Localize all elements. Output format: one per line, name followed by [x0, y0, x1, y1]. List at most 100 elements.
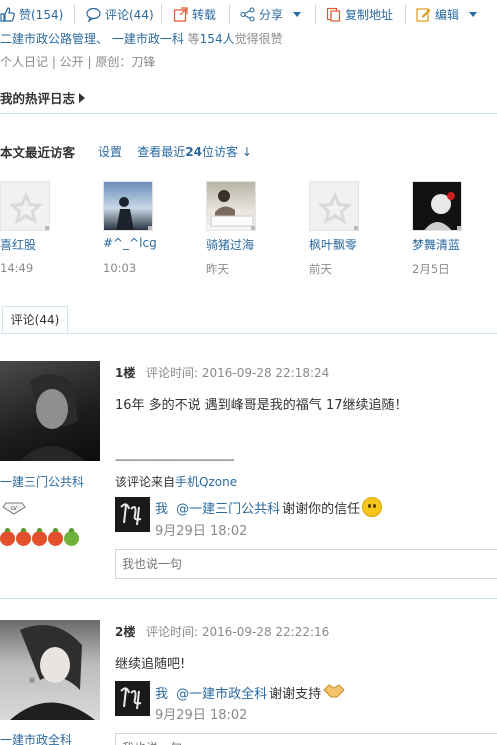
divider	[0, 113, 497, 114]
visitor-avatar[interactable]	[0, 181, 50, 231]
like-label: 赞(154)	[19, 7, 64, 22]
hot-diaries-link[interactable]: 我的热评日志	[0, 88, 86, 107]
thumbs-up-icon	[0, 6, 15, 22]
reply-mention-link[interactable]: @一建三门公共科	[176, 498, 280, 517]
share-icon	[240, 6, 255, 22]
comment-avatar[interactable]	[0, 620, 100, 720]
edit-label: 编辑	[435, 7, 460, 22]
copy-address-button[interactable]: 复制地址	[326, 5, 393, 23]
leaf-icon	[64, 528, 79, 546]
badge-row	[0, 528, 80, 549]
hot-diaries-title: 我的热评日志	[0, 91, 76, 106]
reply-content: 我 @一建三门公共科 谢谢你的信任	[155, 497, 383, 517]
visitor-item[interactable]: #^_^lcg 10:03	[103, 181, 163, 275]
chevron-down-icon	[469, 11, 478, 17]
divider	[0, 333, 497, 334]
reply-time: 9月29日 18:02	[155, 524, 248, 539]
vip-badge-icon: LV	[2, 501, 26, 518]
comment-avatar[interactable]	[0, 361, 100, 461]
peach-icon	[16, 528, 31, 546]
comment-text: 16年 多的不说 遇到峰哥是我的福气 17继续追随！	[115, 398, 408, 413]
comment-source-link[interactable]: 手机Qzone	[175, 475, 237, 489]
comment-label: 评论(44)	[105, 7, 154, 22]
visitor-time: 昨天	[206, 262, 229, 276]
action-bar: 赞(154) 评论(44) 转载 分享 复制地址 编辑	[0, 0, 497, 28]
reply-avatar[interactable]	[115, 681, 150, 716]
comment-source: 该评论来自手机Qzone	[115, 473, 237, 490]
visitor-name[interactable]: #^_^lcg	[103, 236, 157, 250]
chevron-right-icon	[79, 92, 86, 103]
comment-source-pre: 该评论来自	[115, 475, 176, 489]
view-visitors-post: 位访客 ↓	[202, 145, 252, 159]
divider	[74, 4, 75, 24]
divider	[161, 4, 162, 24]
star-placeholder-icon	[318, 192, 358, 230]
tab-comments[interactable]: 评论(44)	[2, 306, 68, 334]
likes-summary: 二建市政公路管理、 一建市政一科 等154人觉得很赞	[0, 30, 283, 47]
divider	[0, 598, 497, 599]
reply-content: 我 @一建市政全科 谢谢支持	[155, 681, 345, 703]
reply-mention-link[interactable]: @一建市政全科	[176, 683, 267, 702]
smile-emoji-icon	[362, 497, 383, 517]
comment-author[interactable]: 一建三门公共科	[0, 473, 84, 490]
chevron-down-icon	[293, 11, 302, 17]
reply-text: 谢谢支持	[269, 686, 322, 702]
comment-floor: 1楼	[115, 366, 136, 380]
likes-suffix-pre: 等	[187, 32, 200, 46]
visitor-time: 14:49	[0, 261, 34, 275]
reply-input[interactable]	[115, 549, 497, 579]
comment-time: 评论时间: 2016-09-28 22:18:24	[146, 366, 330, 380]
comment-text: 继续追随吧!	[115, 657, 186, 672]
divider	[405, 4, 406, 24]
visitor-name[interactable]: 骑猪过海	[206, 236, 254, 253]
divider	[229, 4, 230, 24]
handshake-emoji-icon	[323, 681, 345, 703]
divider	[315, 4, 316, 24]
view-visitors-count: 24	[185, 145, 202, 159]
visitors-title: 本文最近访客	[0, 145, 76, 160]
repost-label: 转载	[192, 7, 217, 22]
view-visitors-link[interactable]: 查看最近24位访客 ↓	[137, 145, 252, 159]
peach-icon	[48, 528, 63, 546]
visitor-item[interactable]: 枫叶飘零 前天	[309, 181, 369, 276]
star-placeholder-icon	[9, 192, 49, 230]
visitor-avatar[interactable]	[412, 181, 462, 231]
reply-self-link[interactable]: 我	[155, 683, 168, 702]
visitor-time: 前天	[309, 262, 332, 276]
peach-icon	[32, 528, 47, 546]
repost-button[interactable]: 转载	[173, 5, 216, 23]
visitor-name[interactable]: 枫叶飘零	[309, 236, 357, 253]
share-button[interactable]: 分享	[240, 5, 302, 23]
reply-self-link[interactable]: 我	[155, 498, 168, 517]
visitor-avatar[interactable]	[103, 181, 153, 231]
edit-icon	[416, 7, 431, 22]
likes-suffix-post: 觉得很赞	[234, 32, 283, 46]
reply-avatar[interactable]	[115, 497, 150, 532]
likes-count-link[interactable]: 154人	[200, 32, 235, 46]
svg-text:LV: LV	[11, 506, 17, 512]
visitor-item[interactable]: 骑猪过海 昨天	[206, 181, 266, 276]
likers-link[interactable]: 二建市政公路管理、 一建市政一科	[0, 32, 184, 46]
visitor-item[interactable]: 梦舞清蓝 2月5日	[412, 181, 472, 276]
visitors-links: 设置 查看最近24位访客 ↓	[98, 143, 252, 160]
like-button[interactable]: 赞(154)	[0, 5, 63, 23]
visitors-settings-link[interactable]: 设置	[98, 145, 122, 159]
visitor-item[interactable]: 喜红股 14:49	[0, 181, 60, 275]
visitor-avatar[interactable]	[309, 181, 359, 231]
comment-button[interactable]: 评论(44)	[86, 5, 154, 23]
reply-input[interactable]	[115, 733, 497, 745]
visitor-avatar[interactable]	[206, 181, 256, 231]
visitor-time: 10:03	[103, 261, 137, 275]
comment-author[interactable]: 一建市政全科	[0, 731, 72, 745]
peach-icon	[0, 528, 15, 546]
view-visitors-pre: 查看最近	[137, 145, 186, 159]
comment-floor: 2楼	[115, 625, 136, 639]
comment-separator: ----------------------------------------	[115, 453, 235, 466]
share-label: 分享	[259, 7, 284, 22]
edit-button[interactable]: 编辑	[416, 5, 478, 23]
copy-icon	[326, 7, 341, 22]
visitor-name[interactable]: 梦舞清蓝	[412, 236, 460, 253]
copy-address-label: 复制地址	[345, 7, 394, 22]
visitor-name[interactable]: 喜红股	[0, 236, 36, 253]
reply-text: 谢谢你的信任	[282, 501, 361, 517]
